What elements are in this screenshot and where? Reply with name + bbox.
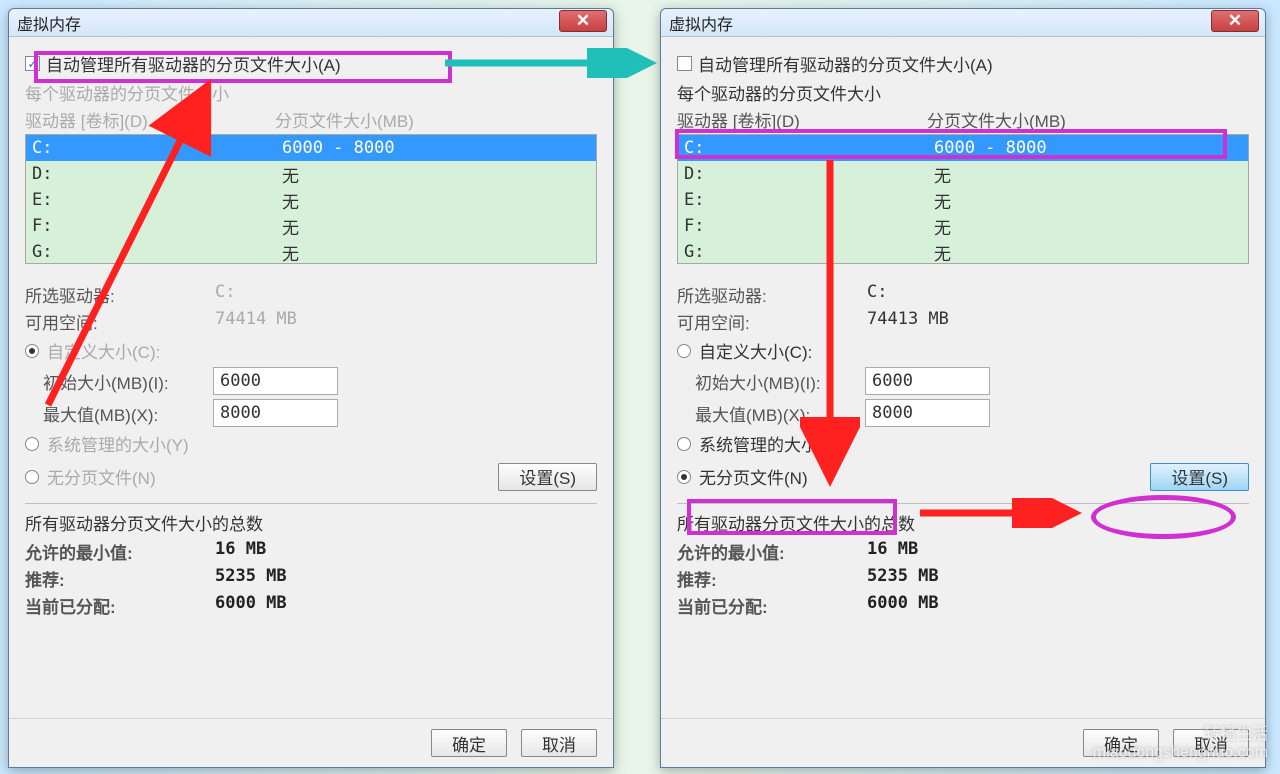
auto-manage-label: 自动管理所有驱动器的分页文件大小(A) xyxy=(698,51,993,76)
close-icon: ✕ xyxy=(1228,11,1242,31)
ok-button[interactable]: 确定 xyxy=(431,729,507,757)
per-drive-label: 每个驱动器的分页文件大小 xyxy=(677,80,1249,105)
system-managed-radio-row[interactable]: 系统管理的大小(Y) xyxy=(25,431,597,456)
no-paging-radio-row[interactable]: 无分页文件(N) xyxy=(25,464,498,489)
initial-size-input[interactable]: 6000 xyxy=(865,367,990,395)
system-managed-radio[interactable] xyxy=(677,437,691,451)
rec-value: 5235 MB xyxy=(867,566,939,591)
custom-size-radio[interactable] xyxy=(677,344,691,358)
no-paging-radio[interactable] xyxy=(25,470,39,484)
window-title: 虚拟内存 xyxy=(669,11,1257,35)
avail-label: 可用空间: xyxy=(25,309,215,334)
system-managed-radio[interactable] xyxy=(25,437,39,451)
window-title: 虚拟内存 xyxy=(17,11,605,35)
min-label: 允许的最小值: xyxy=(677,539,867,564)
totals-heading: 所有驱动器分页文件大小的总数 xyxy=(25,510,597,535)
vm-dialog-left: 虚拟内存 ✕ 自动管理所有驱动器的分页文件大小(A) 每个驱动器的分页文件大小 … xyxy=(8,8,614,768)
auto-manage-checkbox[interactable] xyxy=(25,56,40,71)
set-button[interactable]: 设置(S) xyxy=(498,463,597,491)
custom-size-radio-row[interactable]: 自定义大小(C): xyxy=(25,338,597,363)
max-size-input[interactable]: 8000 xyxy=(213,399,338,427)
drive-row-d[interactable]: D:无 xyxy=(26,161,596,187)
min-label: 允许的最小值: xyxy=(25,539,215,564)
drive-row-e[interactable]: E:无 xyxy=(678,187,1248,213)
drive-row-d[interactable]: D:无 xyxy=(678,161,1248,187)
auto-manage-row[interactable]: 自动管理所有驱动器的分页文件大小(A) xyxy=(25,51,597,76)
no-paging-label: 无分页文件(N) xyxy=(47,464,156,489)
totals-heading: 所有驱动器分页文件大小的总数 xyxy=(677,510,1249,535)
col-drive-header: 驱动器 [卷标](D) xyxy=(677,107,927,132)
cancel-button[interactable]: 取消 xyxy=(1173,729,1249,757)
custom-size-radio-row[interactable]: 自定义大小(C): xyxy=(677,338,1249,363)
alloc-value: 6000 MB xyxy=(215,593,287,618)
initial-size-label: 初始大小(MB)(I): xyxy=(695,369,865,394)
drive-row-f[interactable]: F:无 xyxy=(26,213,596,239)
cancel-button[interactable]: 取消 xyxy=(521,729,597,757)
avail-value: 74414 MB xyxy=(215,309,297,334)
ok-button[interactable]: 确定 xyxy=(1083,729,1159,757)
vm-dialog-right: 虚拟内存 ✕ 自动管理所有驱动器的分页文件大小(A) 每个驱动器的分页文件大小 … xyxy=(660,8,1266,768)
min-value: 16 MB xyxy=(867,539,918,564)
rec-value: 5235 MB xyxy=(215,566,287,591)
alloc-value: 6000 MB xyxy=(867,593,939,618)
drive-list[interactable]: C: 6000 - 8000 D:无 E:无 F:无 G:无 xyxy=(677,134,1249,264)
initial-size-input[interactable]: 6000 xyxy=(213,367,338,395)
no-paging-label: 无分页文件(N) xyxy=(699,464,808,489)
close-button[interactable]: ✕ xyxy=(1211,10,1259,32)
selected-drive-label: 所选驱动器: xyxy=(25,282,215,307)
max-size-input[interactable]: 8000 xyxy=(865,399,990,427)
auto-manage-label: 自动管理所有驱动器的分页文件大小(A) xyxy=(46,51,341,76)
col-drive-header: 驱动器 [卷标](D) xyxy=(25,107,275,132)
custom-size-label: 自定义大小(C): xyxy=(47,338,160,363)
auto-manage-row[interactable]: 自动管理所有驱动器的分页文件大小(A) xyxy=(677,51,1249,76)
drive-row-f[interactable]: F:无 xyxy=(678,213,1248,239)
titlebar[interactable]: 虚拟内存 ✕ xyxy=(9,9,613,37)
system-managed-label: 系统管理的大小(Y) xyxy=(699,431,841,456)
min-value: 16 MB xyxy=(215,539,266,564)
close-icon: ✕ xyxy=(576,11,590,31)
max-size-label: 最大值(MB)(X): xyxy=(43,401,213,426)
alloc-label: 当前已分配: xyxy=(677,593,867,618)
system-managed-radio-row[interactable]: 系统管理的大小(Y) xyxy=(677,431,1249,456)
drive-row-g[interactable]: G:无 xyxy=(26,239,596,264)
per-drive-label: 每个驱动器的分页文件大小 xyxy=(25,80,597,105)
alloc-label: 当前已分配: xyxy=(25,593,215,618)
set-button[interactable]: 设置(S) xyxy=(1150,463,1249,491)
no-paging-radio[interactable] xyxy=(677,470,691,484)
avail-label: 可用空间: xyxy=(677,309,867,334)
selected-drive-label: 所选驱动器: xyxy=(677,282,867,307)
drive-row-e[interactable]: E:无 xyxy=(26,187,596,213)
system-managed-label: 系统管理的大小(Y) xyxy=(47,431,189,456)
initial-size-label: 初始大小(MB)(I): xyxy=(43,369,213,394)
col-paging-header: 分页文件大小(MB) xyxy=(275,107,597,132)
titlebar[interactable]: 虚拟内存 ✕ xyxy=(661,9,1265,37)
max-size-label: 最大值(MB)(X): xyxy=(695,401,865,426)
selected-drive-value: C: xyxy=(215,282,235,307)
avail-value: 74413 MB xyxy=(867,309,949,334)
close-button[interactable]: ✕ xyxy=(559,10,607,32)
custom-size-label: 自定义大小(C): xyxy=(699,338,812,363)
rec-label: 推荐: xyxy=(677,566,867,591)
drive-row-c[interactable]: C: 6000 - 8000 xyxy=(678,135,1248,161)
col-paging-header: 分页文件大小(MB) xyxy=(927,107,1249,132)
custom-size-radio[interactable] xyxy=(25,344,39,358)
drive-row-g[interactable]: G:无 xyxy=(678,239,1248,264)
drive-row-c[interactable]: C: 6000 - 8000 xyxy=(26,135,596,161)
drive-list[interactable]: C: 6000 - 8000 D:无 E:无 F:无 G:无 xyxy=(25,134,597,264)
auto-manage-checkbox[interactable] xyxy=(677,56,692,71)
no-paging-radio-row[interactable]: 无分页文件(N) xyxy=(677,464,1150,489)
rec-label: 推荐: xyxy=(25,566,215,591)
selected-drive-value: C: xyxy=(867,282,887,307)
